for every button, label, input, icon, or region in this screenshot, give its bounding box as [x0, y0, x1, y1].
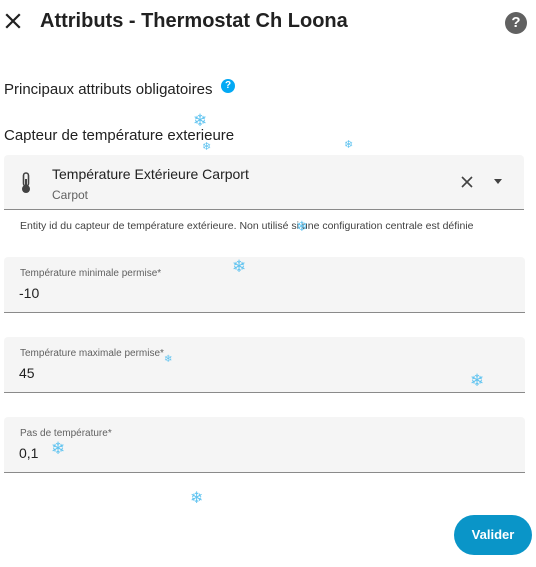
- max-temp-label: Température maximale permise*: [20, 348, 164, 359]
- dialog-title: Attributs - Thermostat Ch Loona: [40, 10, 348, 32]
- close-icon[interactable]: [1, 9, 25, 33]
- submit-button[interactable]: Valider: [454, 515, 532, 555]
- outdoor-sensor-helper: Entity id du capteur de température exté…: [20, 220, 474, 232]
- help-circle-icon[interactable]: ?: [505, 12, 527, 34]
- min-temp-field[interactable]: Température minimale permise*: [4, 257, 525, 313]
- outdoor-sensor-label: Capteur de température exterieure: [4, 127, 235, 144]
- min-temp-input[interactable]: [19, 283, 499, 303]
- temp-step-field[interactable]: Pas de température*: [4, 417, 525, 473]
- entity-area: Carpot: [52, 188, 89, 202]
- info-icon[interactable]: ?: [221, 79, 235, 93]
- dialog: Attributs - Thermostat Ch Loona ? Princi…: [0, 0, 536, 567]
- snowflake-icon: ❄: [344, 139, 354, 151]
- temp-step-label: Pas de température*: [20, 428, 112, 439]
- dialog-header: Attributs - Thermostat Ch Loona ?: [0, 0, 536, 46]
- clear-icon[interactable]: [459, 174, 475, 190]
- snowflake-icon: ❄: [190, 490, 204, 507]
- thermometer-icon: [19, 172, 33, 194]
- temp-step-input[interactable]: [19, 443, 499, 463]
- max-temp-field[interactable]: Température maximale permise*: [4, 337, 525, 393]
- section-heading: Principaux attributs obligatoires: [4, 81, 213, 98]
- chevron-down-icon[interactable]: [494, 179, 502, 184]
- entity-name: Température Extérieure Carport: [52, 166, 249, 182]
- min-temp-label: Température minimale permise*: [20, 268, 162, 279]
- outdoor-sensor-entity-picker[interactable]: Température Extérieure Carport Carpot: [4, 155, 524, 210]
- max-temp-input[interactable]: [19, 363, 499, 383]
